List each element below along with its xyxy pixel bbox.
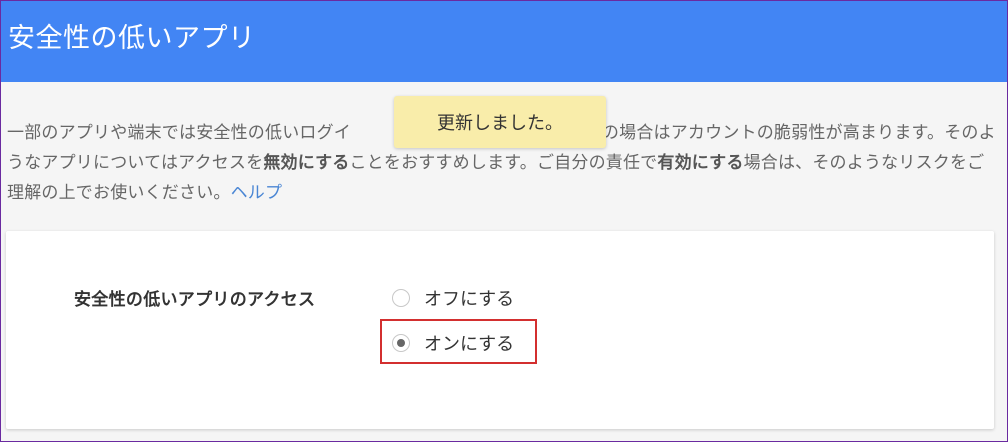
toast-message: 更新しました。: [437, 113, 563, 134]
update-toast: 更新しました。: [394, 96, 606, 148]
radio-option-off[interactable]: オフにする: [392, 285, 514, 311]
page-header: 安全性の低いアプリ: [0, 0, 1008, 82]
description-part-1: 一部のアプリや端末では安全性の低いログイ: [7, 123, 351, 143]
radio-button-off[interactable]: [392, 289, 410, 307]
radio-option-on[interactable]: オンにする: [392, 330, 514, 356]
page-title: 安全性の低いアプリ: [8, 23, 256, 54]
radio-button-on[interactable]: [392, 334, 410, 352]
setting-label: 安全性の低いアプリのアクセス: [74, 290, 316, 310]
help-link[interactable]: ヘルプ: [231, 183, 283, 203]
radio-label-off: オフにする: [424, 289, 515, 310]
enable-emphasis: 有効にする: [657, 153, 744, 173]
radio-label-on: オンにする: [424, 334, 515, 355]
disable-emphasis: 無効にする: [263, 153, 350, 173]
settings-card: 安全性の低いアプリのアクセス オフにする オンにする: [6, 231, 994, 429]
description-part-3: ことをおすすめします。ご自分の責任で: [349, 153, 658, 173]
